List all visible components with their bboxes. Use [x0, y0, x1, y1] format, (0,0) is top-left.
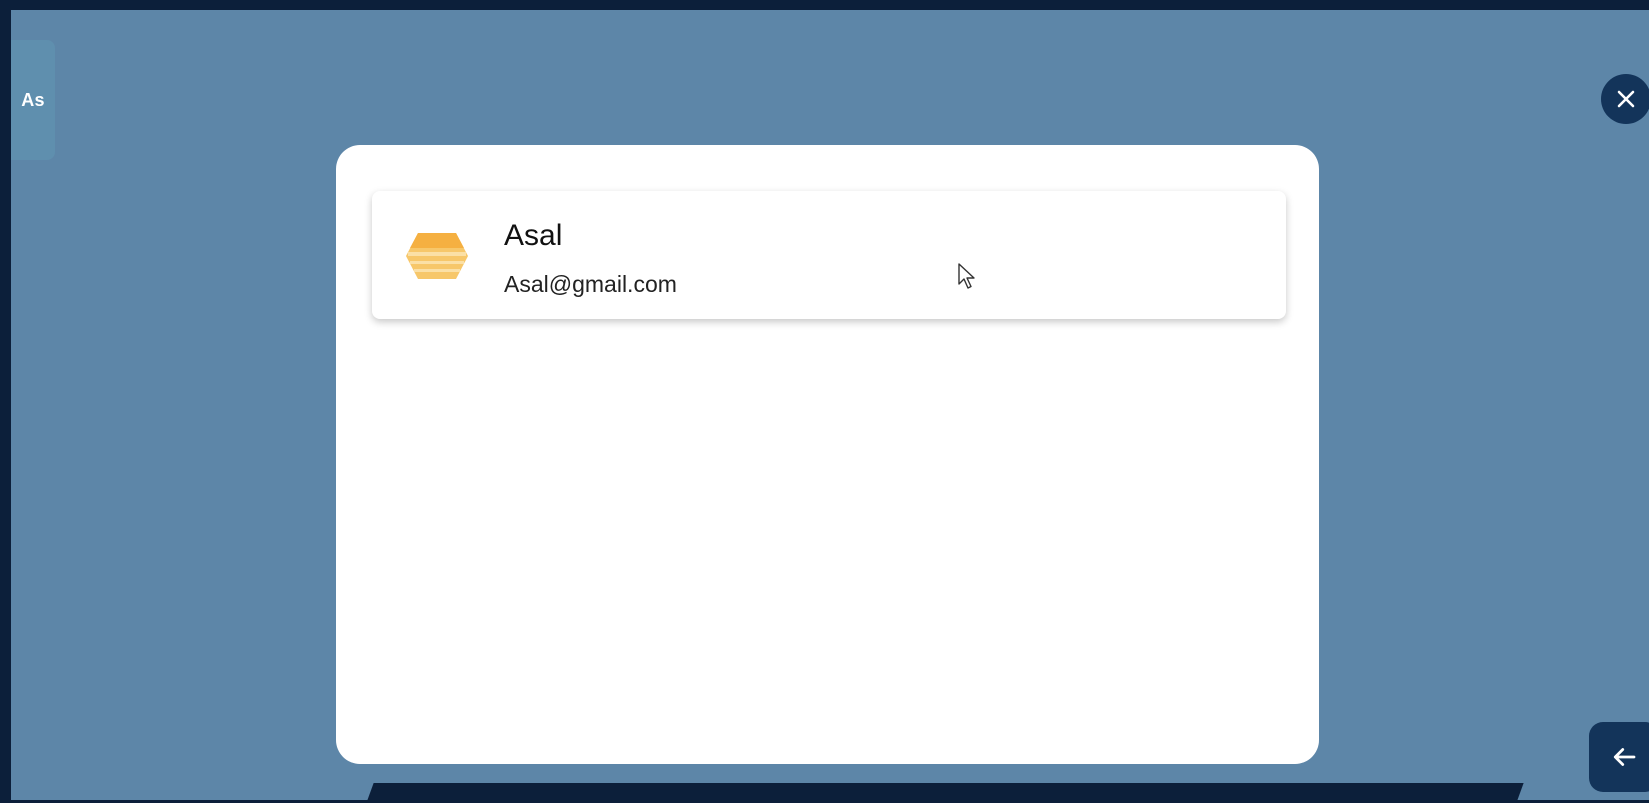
side-tab[interactable]: As [11, 40, 55, 160]
side-tab-label: As [21, 89, 45, 110]
close-button[interactable] [1601, 74, 1649, 124]
arrow-left-icon [1613, 748, 1636, 766]
account-picker-modal: Asal Asal@gmail.com [336, 145, 1319, 764]
back-button[interactable] [1589, 722, 1649, 792]
bottom-bar [366, 783, 1524, 803]
close-icon [1617, 90, 1635, 108]
mouse-pointer-icon [958, 263, 975, 289]
account-email: Asal@gmail.com [504, 271, 677, 297]
account-name: Asal [504, 219, 563, 252]
hexagon-avatar-icon [404, 229, 470, 283]
account-list-item[interactable]: Asal Asal@gmail.com [372, 191, 1286, 319]
